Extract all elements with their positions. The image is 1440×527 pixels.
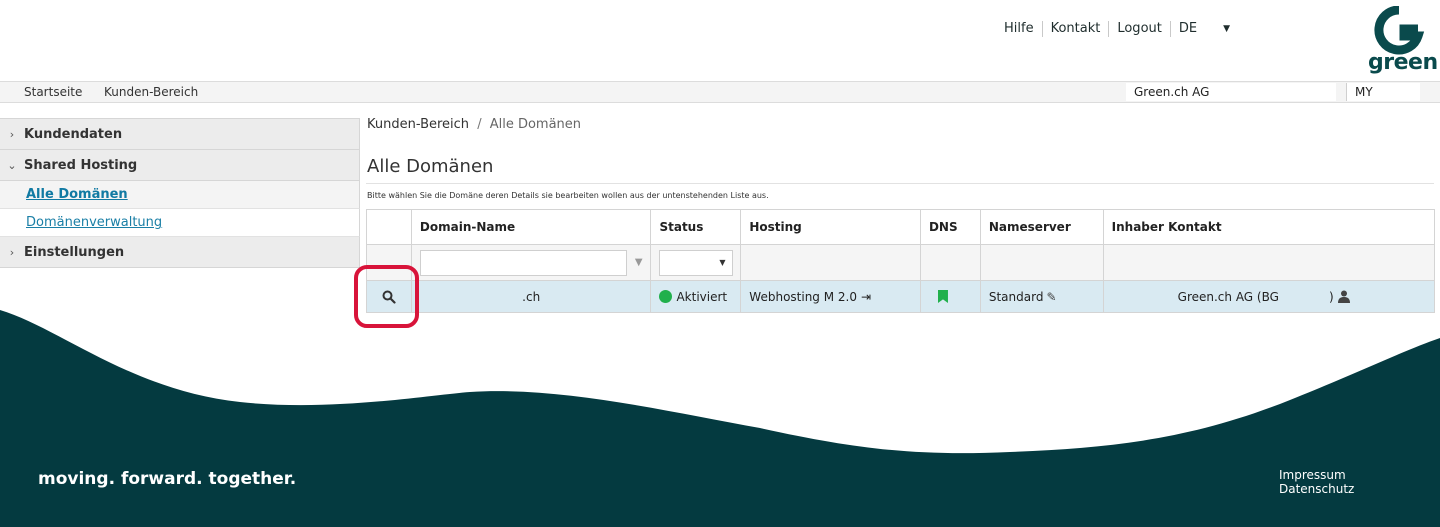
filter-cell: ▼ — [651, 245, 742, 281]
sidebar-section-kundendaten[interactable]: › Kundendaten — [0, 119, 360, 150]
caret-down-icon: ▼ — [719, 257, 726, 267]
breadcrumb-parent[interactable]: Kunden-Bereich — [367, 117, 469, 132]
logout-link[interactable]: Logout — [1109, 20, 1170, 38]
sidebar-section-label: Einstellungen — [24, 244, 125, 260]
impressum-link[interactable]: Impressum — [1279, 468, 1346, 482]
filter-cell: ▼ — [411, 245, 652, 281]
sidebar-item-alle-domaenen[interactable]: Alle Domänen — [0, 181, 360, 209]
logo-wordmark[interactable]: green — [1368, 50, 1438, 75]
caret-down-icon[interactable]: ▼ — [1223, 24, 1230, 34]
sidebar-section-einstellungen[interactable]: › Einstellungen — [0, 237, 360, 268]
chevron-right-icon: › — [9, 127, 15, 141]
column-header-hosting[interactable]: Hosting — [741, 210, 921, 245]
account-menu[interactable]: MY — [1346, 83, 1420, 101]
breadcrumb-current: Alle Domänen — [489, 117, 582, 132]
chevron-right-icon: › — [9, 245, 15, 259]
column-header-domain[interactable]: Domain-Name — [411, 210, 652, 245]
help-link[interactable]: Hilfe — [996, 20, 1042, 38]
company-selector[interactable]: Green.ch AG — [1126, 83, 1336, 101]
column-header-actions — [367, 210, 412, 245]
column-header-owner[interactable]: Inhaber Kontakt — [1103, 210, 1435, 245]
chevron-down-icon: ⌄ — [7, 158, 17, 172]
column-header-dns[interactable]: DNS — [920, 210, 981, 245]
datenschutz-link[interactable]: Datenschutz — [1279, 482, 1354, 496]
table-header: Domain-Name Status Hosting DNS Nameserve… — [367, 210, 1435, 245]
breadcrumb: Kunden-Bereich / Alle Domänen — [367, 117, 581, 132]
main-nav: Startseite Kunden-Bereich Green.ch AG MY — [0, 81, 1440, 103]
filter-cell — [980, 245, 1104, 281]
language-select[interactable]: DE — [1171, 20, 1205, 38]
sidebar: › Kundendaten ⌄ Shared Hosting Alle Domä… — [0, 118, 360, 268]
sidebar-item-domaenenverwaltung[interactable]: Domänenverwaltung — [0, 209, 360, 237]
column-header-status[interactable]: Status — [651, 210, 742, 245]
breadcrumb-separator: / — [477, 117, 482, 132]
footer-wave — [0, 310, 1440, 527]
domain-filter-input[interactable] — [419, 249, 627, 276]
filter-cell — [920, 245, 981, 281]
filter-cell — [741, 245, 921, 281]
filter-cell — [1103, 245, 1435, 281]
contact-link[interactable]: Kontakt — [1043, 20, 1109, 38]
sidebar-section-label: Kundendaten — [24, 126, 123, 142]
filter-row: ▼ ▼ — [367, 245, 1435, 281]
domains-table: Domain-Name Status Hosting DNS Nameserve… — [366, 209, 1435, 313]
sidebar-section-shared-hosting[interactable]: ⌄ Shared Hosting — [0, 150, 360, 181]
status-filter-select[interactable]: ▼ — [659, 249, 734, 276]
top-links: Hilfe Kontakt Logout DE ▼ — [996, 20, 1230, 38]
footer-tagline: moving. forward. together. — [38, 469, 297, 489]
nav-startseite[interactable]: Startseite — [24, 85, 82, 99]
column-header-nameserver[interactable]: Nameserver — [980, 210, 1104, 245]
sidebar-section-label: Shared Hosting — [24, 157, 138, 173]
filter-icon[interactable]: ▼ — [635, 257, 643, 268]
nav-kunden-bereich[interactable]: Kunden-Bereich — [104, 85, 198, 99]
instruction-text: Bitte wählen Sie die Domäne deren Detail… — [367, 191, 769, 200]
footer-links: Impressum Datenschutz — [1279, 468, 1440, 496]
page-title: Alle Domänen — [367, 156, 494, 177]
divider — [366, 183, 1434, 184]
